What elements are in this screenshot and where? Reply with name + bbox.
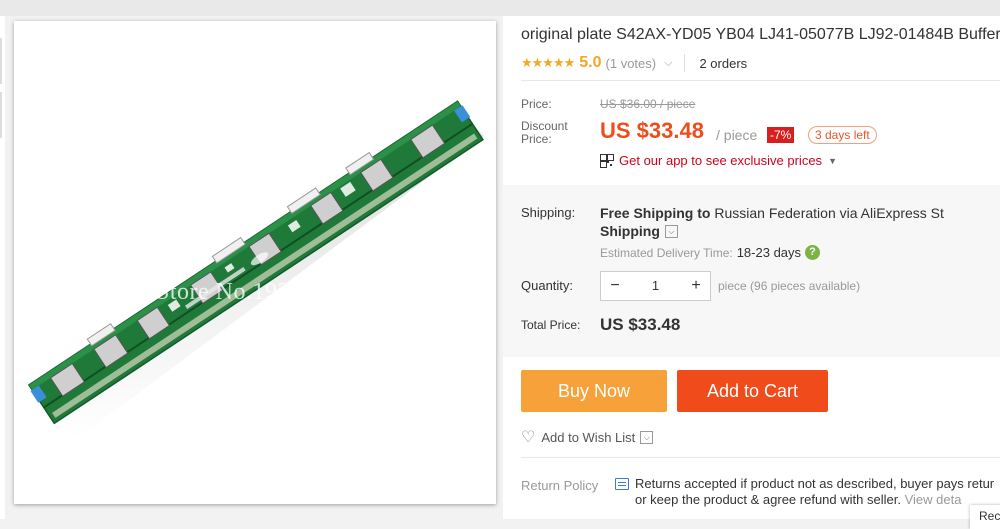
- return-policy-label: Return Policy: [521, 478, 599, 493]
- rating-row: ★★★★★ 5.0 (1 votes) ⌵ 2 orders: [521, 53, 747, 73]
- thumbnail-strip[interactable]: [0, 16, 5, 519]
- discount-price-label: Discount Price:: [521, 119, 568, 146]
- view-details-link[interactable]: View deta: [905, 492, 962, 507]
- original-price: US $36.00 / piece: [600, 97, 696, 111]
- thumbnail-divider: [0, 38, 2, 84]
- discount-price: US $33.48: [600, 118, 704, 143]
- pcb-board-image: [27, 100, 484, 441]
- image-watermark: Store No.1937764: [156, 279, 340, 305]
- shipping-method-select[interactable]: Shipping ⌵: [600, 223, 678, 239]
- days-left-badge: 3 days left: [808, 126, 877, 144]
- buy-now-button[interactable]: Buy Now: [521, 370, 667, 412]
- star-icon: ★★★★★: [521, 55, 575, 70]
- shipping-label: Shipping:: [521, 205, 576, 220]
- quantity-input[interactable]: 1: [629, 272, 682, 300]
- increase-button[interactable]: +: [682, 272, 710, 300]
- chevron-down-icon[interactable]: ⌵: [664, 57, 672, 70]
- price-label: Price:: [521, 97, 552, 111]
- wish-list-label: Add to Wish List: [541, 429, 636, 445]
- free-shipping-text: Free Shipping: [600, 205, 694, 221]
- thumbnail-divider: [0, 92, 2, 138]
- votes-link[interactable]: (1 votes): [606, 56, 657, 71]
- shipping-destination: Russian Federation via AliExpress St: [714, 205, 944, 221]
- delivery-days: 18-23 days: [736, 245, 802, 260]
- qr-code-icon: [600, 153, 614, 168]
- product-image[interactable]: Store No.1937764: [14, 21, 496, 504]
- price-unit: / piece: [716, 127, 758, 143]
- add-to-cart-button[interactable]: Add to Cart: [677, 370, 828, 412]
- shipping-info[interactable]: Free Shipping to Russian Federation via …: [600, 205, 944, 221]
- help-icon[interactable]: ?: [805, 245, 821, 260]
- total-price-label: Total Price:: [521, 318, 581, 332]
- image-caption: [176, 513, 346, 519]
- rating-value: 5.0: [579, 54, 602, 71]
- quantity-stepper[interactable]: − 1 +: [600, 271, 711, 301]
- return-policy-text-2: or keep the product & agree refund with …: [635, 492, 961, 507]
- chevron-down-icon[interactable]: ⌵: [664, 224, 678, 238]
- total-price: US $33.48: [600, 315, 681, 334]
- return-policy-line2: or keep the product & agree refund with …: [635, 492, 901, 507]
- divider: [684, 54, 686, 72]
- product-detail-panel: original plate S42AX-YD05 YB04 LJ41-0507…: [503, 16, 1000, 529]
- app-promo-link[interactable]: Get our app to see exclusive prices ▼: [600, 153, 837, 168]
- delivery-time: Estimated Delivery Time: 18-23 days ?: [600, 245, 821, 260]
- product-title: original plate S42AX-YD05 YB04 LJ41-0507…: [521, 26, 1000, 43]
- return-policy-icon: [615, 478, 629, 490]
- delivery-label: Estimated Delivery Time:: [600, 245, 733, 260]
- top-bar: [0, 0, 1000, 16]
- app-promo-text: Get our app to see exclusive prices: [619, 153, 823, 168]
- orders-count: 2 orders: [699, 55, 748, 71]
- heart-icon: ♡: [521, 429, 536, 446]
- add-to-wish-list[interactable]: ♡ Add to Wish List ⌵: [521, 427, 654, 447]
- chevron-down-icon[interactable]: ⌵: [640, 430, 654, 444]
- recommendations-tab[interactable]: Rec: [970, 505, 1000, 529]
- discount-badge: -7%: [767, 127, 795, 143]
- divider: [521, 80, 1000, 81]
- caret-down-icon: ▼: [828, 155, 837, 166]
- quantity-label: Quantity:: [521, 278, 574, 293]
- shipping-to-text: to: [697, 205, 711, 221]
- divider: [521, 457, 1000, 458]
- quantity-available: piece (96 pieces available): [718, 279, 861, 293]
- return-policy-text: Returns accepted if product not as descr…: [635, 476, 995, 491]
- decrease-button[interactable]: −: [601, 272, 629, 300]
- shipping-method: Shipping: [600, 223, 660, 239]
